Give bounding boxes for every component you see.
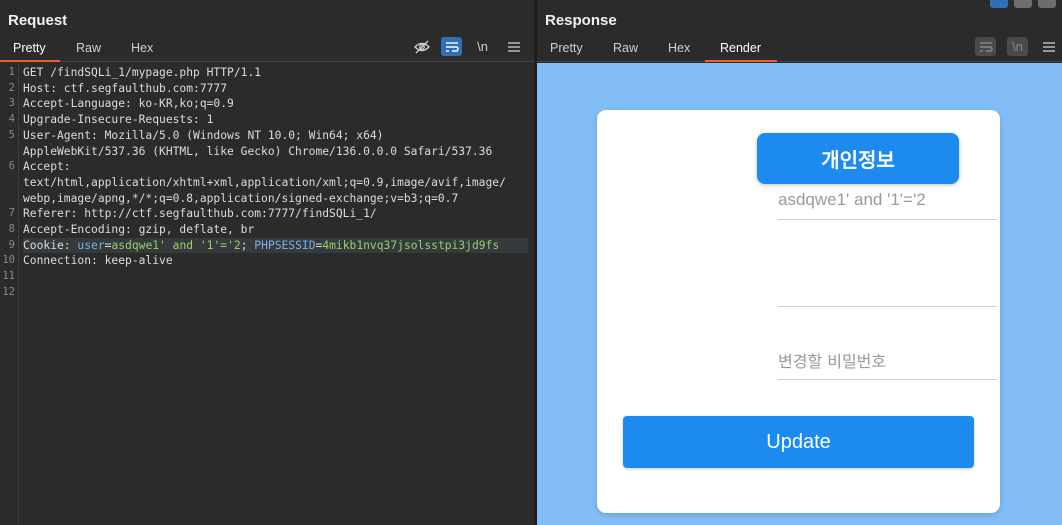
code-line: AppleWebKit/537.36 (KHTML, like Gecko) C… [23,144,493,158]
active-tab-indicator [0,60,60,62]
code-line: Accept: [23,160,71,174]
cookie-separator: ; [240,238,255,252]
tab-hex[interactable]: Hex [131,41,153,55]
profile-card: 개인정보 asdqwe1' and '1'='2 변경할 비밀번호 Update [597,110,1000,513]
tab-render[interactable]: Render [720,41,761,55]
tab-raw[interactable]: Raw [76,41,101,55]
code-line: Accept-Encoding: gzip, deflate, br [23,223,255,236]
show-newlines-toggle: \n [1007,37,1028,56]
layout-tabs-icon[interactable] [1038,0,1056,8]
code-line: Referer: http://ctf.segfaulthub.com:7777… [23,207,377,221]
hide-nonprintable-icon[interactable] [411,37,432,56]
active-tab-indicator [705,60,777,62]
code-line: Connection: keep-alive [23,254,173,268]
line-number: 1 [8,66,15,78]
username-field[interactable]: asdqwe1' and '1'='2 [778,180,997,220]
cookie-key-session: PHPSESSID [254,238,316,252]
info-field[interactable] [778,267,997,307]
tab-hex[interactable]: Hex [668,41,690,55]
line-number: 4 [8,113,15,126]
code-line: webp,image/apng,*/*;q=0.8,application/si… [23,191,459,205]
cookie-prefix: Cookie: [23,238,78,252]
update-button[interactable]: Update [623,416,974,468]
line-gutter: 1 2 3 4 5 6 7 8 9 10 11 12 [0,63,19,525]
cookie-value-session: 4mikb1nvq37jsolsstpi3jd9fs [322,238,500,252]
tab-raw[interactable]: Raw [613,41,638,55]
page-title: 개인정보 [757,133,959,184]
line-number: 10 [2,254,15,267]
line-number: 9 [8,238,15,251]
layout-top-bottom-icon[interactable] [1014,0,1032,8]
response-pane: Response Pretty Raw Hex Render \n 개인정보 a… [537,0,1062,525]
line-number: 2 [8,81,15,94]
line-number: 7 [8,207,15,220]
request-editor[interactable]: 1 2 3 4 5 6 7 8 9 10 11 12 GET /findSQLi_1/mypage.p… [0,63,534,525]
code-line: GET /findSQLi_1/mypage.php HTTP/1.1 [23,66,262,79]
request-pane: Request Pretty Raw Hex \n 1 2 3 4 5 6 7 8 9 10 11 1… [0,0,534,525]
line-number: 8 [8,223,15,235]
layout-buttons [990,0,1056,8]
word-wrap-icon [975,37,996,56]
cookie-key-user: user [77,238,105,252]
tab-pretty[interactable]: Pretty [550,41,583,55]
code-line: User-Agent: Mozilla/5.0 (Windows NT 10.0… [23,128,384,142]
response-title: Response [545,12,617,29]
menu-icon[interactable] [1038,37,1059,56]
line-number: 12 [2,285,15,298]
request-title: Request [8,12,68,29]
new-password-field[interactable]: 변경할 비밀번호 [778,340,997,380]
line-number: 3 [8,97,15,110]
code-line: Accept-Language: ko-KR,ko;q=0.9 [23,97,234,111]
menu-icon[interactable] [503,37,524,56]
line-number: 5 [8,128,15,141]
word-wrap-icon[interactable] [441,37,462,56]
code-line: text/html,application/xhtml+xml,applicat… [23,175,506,189]
show-newlines-toggle[interactable]: \n [472,37,493,56]
layout-side-by-side-icon[interactable] [990,0,1008,8]
cookie-value-user: asdqwe1' and '1'='2 [111,238,241,252]
rendered-page: 개인정보 asdqwe1' and '1'='2 변경할 비밀번호 Update [537,63,1062,525]
line-number: 11 [2,270,15,283]
code-line: Cookie: user=asdqwe1' and '1'='2; PHPSES… [23,237,528,254]
tab-pretty[interactable]: Pretty [13,41,46,55]
line-number: 6 [8,160,15,173]
code-line: Host: ctf.segfaulthub.com:7777 [23,81,228,95]
code-line: Upgrade-Insecure-Requests: 1 [23,113,214,127]
